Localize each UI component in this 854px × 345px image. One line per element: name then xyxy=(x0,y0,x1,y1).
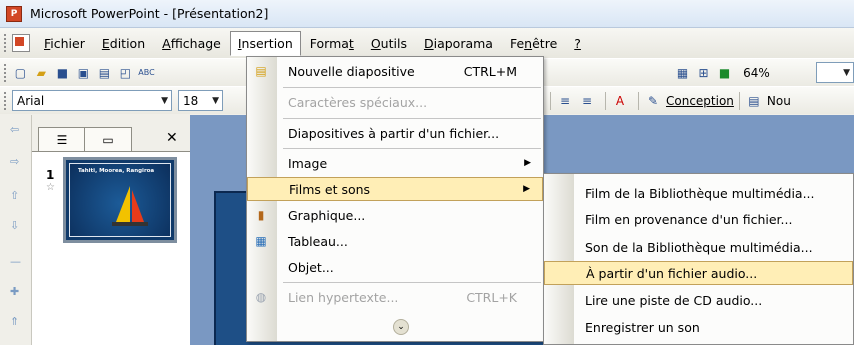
table-icon: ▦ xyxy=(255,234,267,248)
save-icon[interactable]: ■ xyxy=(54,64,71,82)
nouvelle-button[interactable]: Nou xyxy=(767,94,791,108)
chevron-down-icon: ▼ xyxy=(212,95,219,106)
thumbnail-image: Tahiti, Moorea, Rangiroa xyxy=(69,163,171,237)
conception-button[interactable]: Conception xyxy=(666,94,734,108)
menu-grip[interactable] xyxy=(4,34,8,52)
hyperlink-icon: ◍ xyxy=(255,290,267,304)
arrow-up-icon[interactable]: ⇧ xyxy=(10,189,19,202)
submenu-item-enregistrer-son[interactable]: Enregistrer un son xyxy=(544,315,853,339)
toolbar-separator xyxy=(550,91,551,110)
powerpoint-icon[interactable]: P xyxy=(6,5,22,22)
menu-item-lien-hypertexte[interactable]: ◍ Lien hypertexte... CTRL+K xyxy=(247,285,543,309)
animation-star-icon: ☆ xyxy=(46,182,55,193)
menu-item-graphique[interactable]: ▮ Graphique... xyxy=(247,203,543,227)
menu-item-tableau[interactable]: ▦ Tableau... xyxy=(247,229,543,253)
new-slide-icon: ▤ xyxy=(255,64,267,78)
slide-number: 1 xyxy=(46,168,55,182)
menu-separator xyxy=(283,148,541,149)
thumbnail-title: Tahiti, Moorea, Rangiroa xyxy=(78,168,155,174)
menu-bar: Fichier Edition Affichage Insertion Form… xyxy=(0,28,854,58)
increase-indent-icon[interactable]: ≡ xyxy=(578,92,596,110)
conception-icon[interactable]: ✎ xyxy=(644,92,662,110)
print-preview-icon[interactable]: ◰ xyxy=(117,64,134,82)
chevron-down-icon: ▼ xyxy=(843,67,851,78)
submenu-arrow-icon: ▶ xyxy=(524,158,531,168)
menu-affichage[interactable]: Affichage xyxy=(154,31,229,56)
draw-strip: ⇦ ⇨ ⇧ ⇩ — ✚ ⇑ xyxy=(0,115,32,345)
chart-icon: ▮ xyxy=(257,208,265,222)
minus-icon[interactable]: — xyxy=(10,255,21,268)
menu-item-image[interactable]: Image ▶ xyxy=(247,151,543,175)
chevron-down-icon: ▼ xyxy=(161,95,168,106)
menu-separator xyxy=(283,87,541,88)
arrow-right-icon[interactable]: ⇨ xyxy=(10,155,19,168)
title-bar: P Microsoft PowerPoint - [Présentation2] xyxy=(0,0,854,28)
close-icon[interactable]: ✕ xyxy=(166,130,178,146)
submenu-item-film-fichier[interactable]: Film en provenance d'un fichier... xyxy=(544,207,853,231)
menu-item-nouvelle-diapositive[interactable]: ▤ Nouvelle diapositive CTRL+M xyxy=(247,59,543,83)
arrow-left-icon[interactable]: ⇦ xyxy=(10,123,19,136)
toolbar-separator xyxy=(738,91,740,110)
document-icon[interactable] xyxy=(12,34,30,52)
tab-slides[interactable]: ▭ xyxy=(84,127,132,151)
decrease-indent-icon[interactable]: ≡ xyxy=(556,92,574,110)
table-toolbar-icon[interactable]: ▦ xyxy=(674,64,691,82)
expand-menu-icon[interactable]: ⌄ xyxy=(393,319,409,335)
menu-help[interactable]: ? xyxy=(566,31,589,56)
new-icon[interactable]: ▢ xyxy=(12,64,29,82)
insertion-menu: ▤ Nouvelle diapositive CTRL+M Caractères… xyxy=(246,56,544,342)
tab-outline[interactable]: ☰ xyxy=(38,127,86,151)
plus-icon[interactable]: ✚ xyxy=(10,285,19,298)
toolbar-grip[interactable] xyxy=(4,63,8,82)
submenu-item-piste-cd[interactable]: Lire une piste de CD audio... xyxy=(544,288,853,312)
menu-fichier[interactable]: Fichier xyxy=(36,31,93,56)
arrow-down-icon[interactable]: ⇩ xyxy=(10,219,19,232)
thumbnail-area: 1 ☆ Tahiti, Moorea, Rangiroa xyxy=(32,151,190,345)
spelling-icon[interactable]: ABC xyxy=(138,64,155,82)
font-size-value: 18 xyxy=(183,93,199,108)
font-value: Arial xyxy=(17,93,45,108)
zoom-combo[interactable]: ▼ xyxy=(815,62,854,83)
menu-outils[interactable]: Outils xyxy=(363,31,415,56)
submenu-item-son-bibliotheque[interactable]: Son de la Bibliothèque multimédia... xyxy=(544,235,853,259)
menu-edition[interactable]: Edition xyxy=(94,31,153,56)
submenu-arrow-icon: ▶ xyxy=(523,184,530,194)
slides-panel: ⇦ ⇨ ⇧ ⇩ — ✚ ⇑ ☰ ▭ ✕ 1 ☆ Tahiti, Moorea, … xyxy=(0,115,190,345)
menu-item-films-et-sons[interactable]: Films et sons ▶ xyxy=(247,177,543,201)
menu-format[interactable]: Format xyxy=(302,31,362,56)
toolbar-separator xyxy=(638,91,639,110)
toolbar-separator xyxy=(605,91,606,110)
menu-fenetre[interactable]: Fenêtre xyxy=(502,31,565,56)
font-color-icon[interactable]: A xyxy=(611,92,629,110)
menu-item-objet[interactable]: Objet... xyxy=(247,255,543,279)
window-title: Microsoft PowerPoint - [Présentation2] xyxy=(30,6,269,21)
up-bar-icon[interactable]: ⇑ xyxy=(10,315,19,328)
zoom-value: 64% xyxy=(743,65,770,80)
open-icon[interactable]: ▰ xyxy=(33,64,50,82)
permission-icon[interactable]: ▣ xyxy=(75,64,92,82)
menu-insertion[interactable]: Insertion xyxy=(229,30,301,56)
font-size-combo[interactable]: 18 ▼ xyxy=(178,90,223,111)
color-icon[interactable]: ■ xyxy=(716,64,733,82)
submenu-item-fichier-audio[interactable]: À partir d'un fichier audio... xyxy=(544,261,853,285)
panel-tabs: ☰ ▭ ✕ xyxy=(38,127,186,151)
menu-separator xyxy=(283,118,541,119)
slide-thumbnail[interactable]: Tahiti, Moorea, Rangiroa xyxy=(63,157,177,243)
menu-item-diapositives-fichier[interactable]: Diapositives à partir d'un fichier... xyxy=(247,121,543,145)
font-combo[interactable]: Arial ▼ xyxy=(12,90,172,111)
print-icon[interactable]: ▤ xyxy=(96,64,113,82)
submenu-item-film-bibliotheque[interactable]: Film de la Bibliothèque multimédia... xyxy=(544,181,853,205)
menu-item-caracteres-speciaux[interactable]: Caractères spéciaux... xyxy=(247,90,543,114)
sailboat-icon xyxy=(112,186,148,226)
menu-separator xyxy=(283,282,541,283)
toolbar-grip-2[interactable] xyxy=(4,91,8,110)
grid-icon[interactable]: ⊞ xyxy=(695,64,712,82)
menu-diaporama[interactable]: Diaporama xyxy=(416,31,501,56)
films-et-sons-submenu: Film de la Bibliothèque multimédia... Fi… xyxy=(543,173,854,345)
new-slide-toolbar-icon[interactable]: ▤ xyxy=(745,92,763,110)
